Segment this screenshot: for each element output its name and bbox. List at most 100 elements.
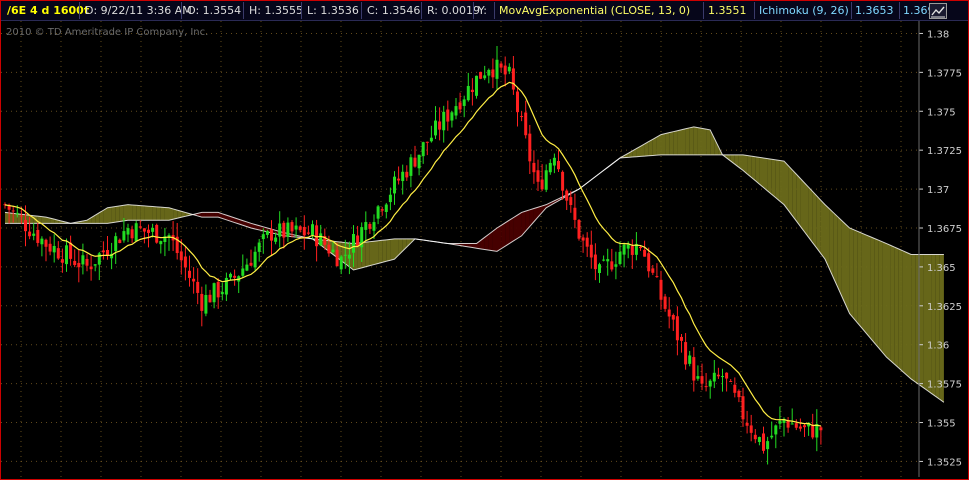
candle-down	[458, 102, 462, 110]
cloud-segment	[677, 129, 682, 155]
candle-up	[286, 222, 290, 237]
candle-down	[569, 197, 573, 206]
price-tick-label: 1.365	[927, 263, 956, 274]
candle-up	[40, 238, 44, 245]
cloud-segment	[386, 239, 391, 262]
candle-down	[589, 244, 593, 258]
cloud-segment	[825, 204, 830, 269]
candle-up	[253, 251, 257, 268]
candle-up	[32, 233, 36, 236]
candle-up	[544, 170, 548, 190]
cloud-segment	[702, 128, 707, 155]
cloud-segment	[164, 207, 169, 221]
candle-down	[24, 219, 27, 232]
candle-up	[483, 75, 487, 79]
candle-up	[417, 154, 421, 169]
candle-up	[626, 244, 630, 249]
cloud-segment	[513, 215, 518, 241]
candle-down	[581, 237, 585, 241]
candle-down	[208, 294, 212, 303]
cloud-segment	[169, 207, 174, 221]
candle-up	[52, 245, 56, 253]
cloud-segment	[808, 187, 813, 243]
candle-down	[183, 256, 187, 268]
candle-down	[819, 427, 823, 431]
candle-up	[372, 222, 376, 231]
cloud-segment	[849, 227, 854, 319]
candle-up	[229, 273, 232, 278]
cloud-segment	[144, 205, 149, 221]
cloud-segment	[214, 212, 219, 218]
open-readout: O: 1.3554	[187, 4, 242, 17]
copyright-watermark: 2010 © TD Ameritrade IP Company, Inc.	[6, 27, 209, 38]
candle-up	[487, 69, 491, 76]
cloud-segment	[681, 128, 686, 155]
candle-down	[680, 336, 683, 341]
candle-up	[442, 111, 446, 131]
cloud-segment	[13, 213, 18, 224]
cloud-segment	[714, 138, 719, 155]
candle-down	[48, 243, 52, 252]
ichimoku-study-label[interactable]: Ichimoku (9, 26)	[755, 3, 853, 18]
chart-settings-icon[interactable]	[929, 3, 947, 19]
ichimoku-value1-readout: 1.3653	[855, 4, 894, 17]
candle-up	[606, 259, 610, 262]
candle-down	[56, 248, 60, 259]
candle-up	[126, 228, 130, 235]
candle-up	[766, 441, 770, 450]
candle-down	[573, 207, 577, 220]
cloud-segment	[767, 158, 772, 195]
cloud-segment	[923, 254, 928, 391]
cloud-segment	[685, 127, 690, 155]
candle-down	[794, 423, 798, 428]
candle-down	[356, 235, 360, 247]
candle-up	[97, 253, 101, 265]
candle-down	[577, 220, 581, 239]
candle-down	[585, 237, 589, 247]
cloud-segment	[201, 212, 206, 218]
cloud-segment	[779, 160, 784, 205]
cloud-segment	[136, 205, 141, 221]
candle-up	[261, 234, 265, 240]
cloud-segment	[812, 191, 817, 249]
chart-header: /6E 4 d 1600t D: 9/22/11 3:36 AM O: 1.35…	[1, 1, 968, 21]
candle-up	[352, 234, 355, 253]
price-tick-label: 1.3525	[927, 457, 962, 468]
cloud-segment	[378, 240, 383, 264]
cloud-segment	[784, 161, 789, 211]
cloud-segment	[833, 212, 838, 287]
candle-up	[770, 435, 774, 438]
candle-up	[614, 264, 618, 267]
candle-down	[643, 249, 647, 257]
cloud-segment	[878, 240, 883, 353]
ema-study-label[interactable]: MovAvgExponential (CLOSE, 13, 0)	[495, 3, 694, 18]
candle-up	[384, 204, 388, 212]
candle-down	[77, 262, 81, 268]
candle-down	[142, 228, 146, 232]
price-chart[interactable]: 1.38 1.3775 1.375 1.3725 1.37 1.3675 1.365 1.36…	[1, 21, 968, 479]
cloud-segment	[501, 222, 506, 249]
price-tick-label: 1.36	[927, 341, 949, 352]
candle-up	[122, 231, 126, 241]
candle-down	[413, 157, 417, 167]
cloud-segment	[119, 205, 124, 222]
candle-up	[454, 106, 458, 116]
cloud-segment	[882, 241, 887, 358]
candle-down	[73, 260, 77, 266]
candle-up	[401, 171, 405, 182]
candle-down	[639, 246, 642, 249]
cloud-segment	[132, 204, 137, 221]
candle-down	[503, 65, 507, 75]
cloud-segment	[755, 156, 760, 185]
candle-up	[311, 224, 314, 235]
chart-grid	[1, 21, 919, 477]
candle-up	[688, 355, 692, 364]
cloud-segment	[759, 157, 764, 188]
candle-down	[725, 372, 729, 379]
candle-down	[335, 249, 339, 267]
candle-up	[274, 237, 278, 242]
candle-down	[479, 71, 483, 79]
cloud-segment	[763, 157, 768, 191]
cloud-segment	[41, 216, 46, 224]
cloud-segment	[866, 234, 871, 338]
